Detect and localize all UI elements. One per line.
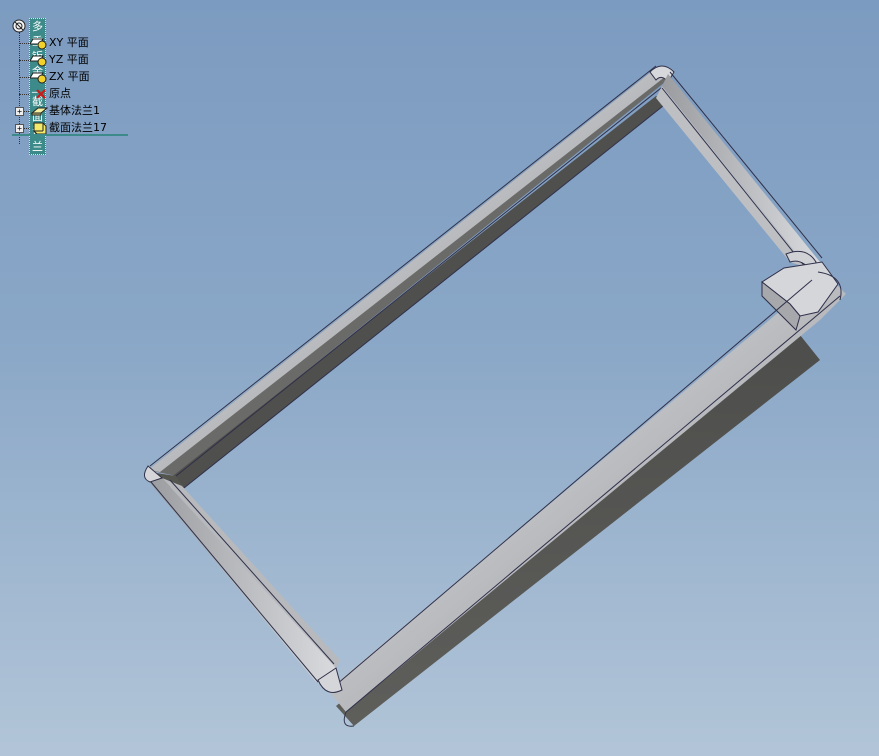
left-rail: [144, 465, 343, 693]
base-flange-icon: [30, 104, 49, 118]
tree-item-label: 截面法兰17: [49, 121, 107, 134]
plane-icon: [29, 53, 48, 67]
expand-icon[interactable]: +: [15, 124, 24, 133]
plane-icon: [29, 70, 48, 84]
plane-icon: [29, 36, 48, 50]
tree-item-label: 基体法兰1: [49, 104, 100, 117]
part-icon: [12, 19, 26, 33]
origin-icon: [30, 87, 48, 101]
expand-icon[interactable]: +: [15, 107, 24, 116]
tree-item-label: ZX 平面: [49, 70, 90, 83]
tree-item-label: XY 平面: [49, 36, 89, 49]
tree-item-label: 原点: [49, 87, 71, 100]
rollback-bar[interactable]: [12, 134, 128, 136]
tree-item-label: YZ 平面: [49, 53, 89, 66]
bottom-rail: [328, 261, 846, 727]
feature-tree: 多重钣金_截面法兰 XY 平面 YZ 平面 ZX 平: [10, 18, 140, 155]
right-rail: [656, 71, 823, 274]
section-flange-icon: [30, 121, 48, 135]
top-rail: [148, 65, 670, 489]
